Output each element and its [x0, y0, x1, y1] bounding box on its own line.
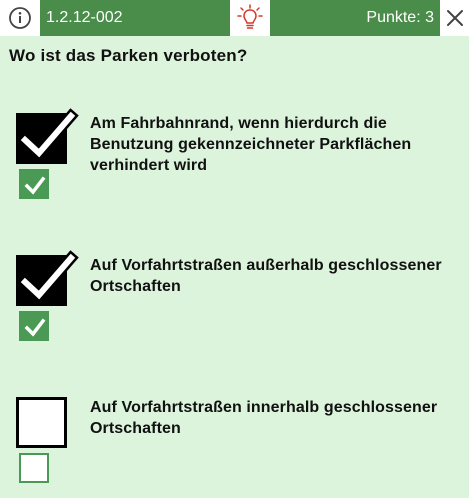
close-icon — [446, 10, 463, 26]
checkmark-icon — [17, 250, 79, 303]
answer-option: Auf Vorfahrtstraßen innerhalb geschlosse… — [0, 397, 469, 497]
answer-checkbox[interactable] — [16, 397, 67, 448]
info-button[interactable] — [0, 0, 40, 36]
hint-button[interactable] — [230, 0, 270, 36]
question-text: Wo ist das Parken verboten? — [9, 46, 248, 65]
lightbulb-icon — [237, 4, 263, 29]
answer-text: Auf Vorfahrtstraßen außerhalb geschlosse… — [90, 257, 442, 295]
solution-indicator — [19, 169, 49, 199]
solution-indicator — [19, 311, 49, 341]
answer-text: Am Fahrbahnrand, wenn hierdurch die Benu… — [90, 115, 412, 174]
points-label: Punkte: 3 — [270, 0, 440, 36]
answer-option: Auf Vorfahrtstraßen außerhalb geschlosse… — [0, 250, 469, 355]
answer-text: Auf Vorfahrtstraßen innerhalb geschlosse… — [90, 399, 438, 437]
question-id: 1.2.12-002 — [40, 0, 230, 36]
checkmark-icon — [24, 176, 46, 195]
solution-indicator — [19, 453, 49, 483]
top-bar: 1.2.12-002 Punkte: 3 — [0, 0, 469, 36]
answer-option: Am Fahrbahnrand, wenn hierdurch die Benu… — [0, 108, 469, 213]
answer-checkbox[interactable] — [16, 108, 79, 164]
close-button[interactable] — [440, 0, 469, 36]
info-icon — [9, 7, 31, 29]
checkmark-icon — [17, 108, 79, 161]
checkmark-icon — [24, 318, 46, 337]
answer-checkbox[interactable] — [16, 250, 79, 306]
